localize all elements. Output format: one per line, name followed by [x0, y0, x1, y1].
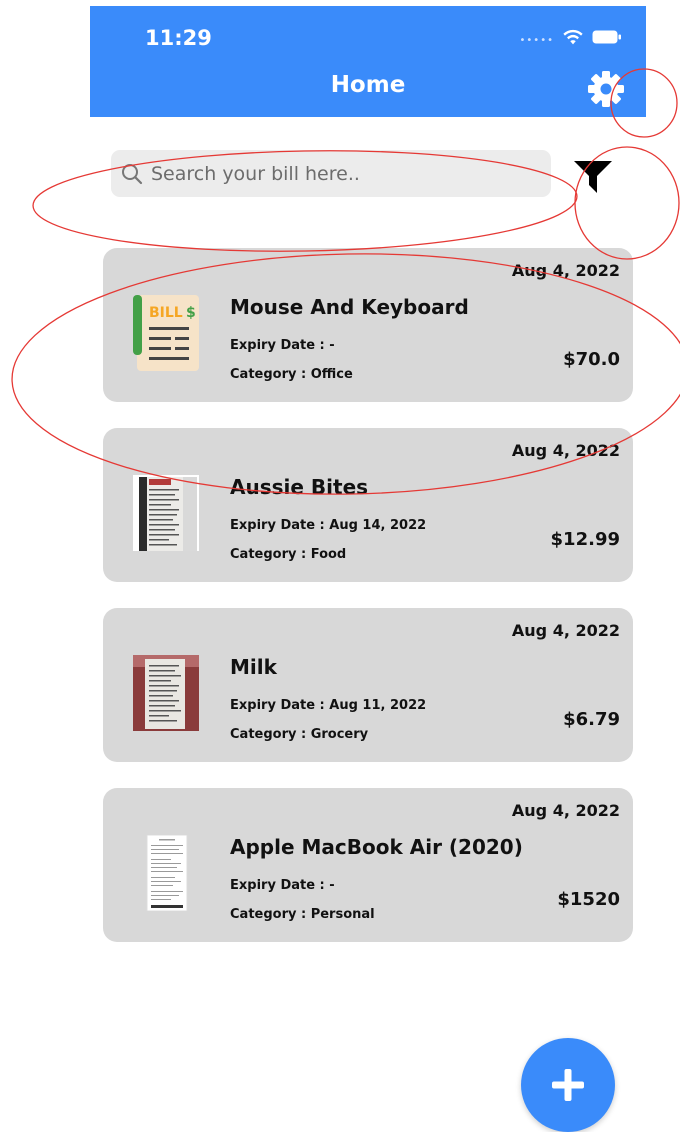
bill-category: Category : Personal	[230, 907, 375, 922]
bill-title: Milk	[230, 655, 277, 679]
add-bill-button[interactable]	[521, 1038, 615, 1132]
bill-card[interactable]: Aug 4, 2022 Aussie Bites Expiry Date : A…	[103, 428, 633, 582]
app-bar: 11:29 ••••• Home	[90, 6, 646, 117]
bill-title: Apple MacBook Air (2020)	[230, 835, 523, 859]
bill-date: Aug 4, 2022	[511, 261, 620, 280]
bill-amount: $12.99	[550, 529, 620, 550]
home-screen: 11:29 ••••• Home Search your bill here..…	[0, 0, 680, 1132]
bill-category: Category : Office	[230, 367, 353, 382]
status-time: 11:29	[145, 26, 212, 50]
bill-expiry: Expiry Date : -	[230, 878, 335, 893]
bill-title: Aussie Bites	[230, 475, 369, 499]
page-title: Home	[330, 72, 406, 98]
search-bar[interactable]	[111, 150, 551, 197]
signal-icon: •••••	[519, 34, 554, 46]
bill-expiry: Expiry Date : Aug 14, 2022	[230, 518, 427, 533]
plus-icon	[552, 1069, 584, 1101]
wifi-icon	[563, 29, 583, 45]
bill-date: Aug 4, 2022	[511, 801, 620, 820]
svg-text:BILL: BILL	[149, 305, 183, 321]
battery-icon	[592, 30, 621, 44]
receipt-photo-thumbnail	[133, 475, 199, 551]
status-icons: •••••	[520, 28, 623, 46]
svg-text:$: $	[186, 305, 196, 321]
bill-date: Aug 4, 2022	[511, 621, 620, 640]
bill-card[interactable]: Aug 4, 2022 Apple MacBook Air (2020) Exp…	[103, 788, 633, 942]
receipt-photo-thumbnail	[133, 655, 199, 731]
bill-amount: $6.79	[563, 709, 620, 730]
bill-amount: $1520	[557, 889, 620, 910]
search-input[interactable]	[151, 162, 531, 185]
bill-date: Aug 4, 2022	[511, 441, 620, 460]
settings-gear-icon[interactable]	[586, 69, 626, 109]
bill-category: Category : Grocery	[230, 727, 369, 742]
bill-card[interactable]: Aug 4, 2022 BILL $ Mouse And Keyboard Ex…	[103, 248, 633, 402]
bill-icon: BILL $	[133, 295, 199, 371]
bill-category: Category : Food	[230, 547, 347, 562]
bill-expiry: Expiry Date : -	[230, 338, 335, 353]
bill-amount: $70.0	[563, 349, 620, 370]
filter-icon[interactable]	[572, 155, 614, 197]
bill-expiry: Expiry Date : Aug 11, 2022	[230, 698, 427, 713]
receipt-photo-thumbnail	[146, 835, 188, 911]
search-icon	[122, 163, 143, 184]
bill-title: Mouse And Keyboard	[230, 295, 469, 319]
bill-card[interactable]: Aug 4, 2022 Milk Expiry Date : Aug 11, 2…	[103, 608, 633, 762]
